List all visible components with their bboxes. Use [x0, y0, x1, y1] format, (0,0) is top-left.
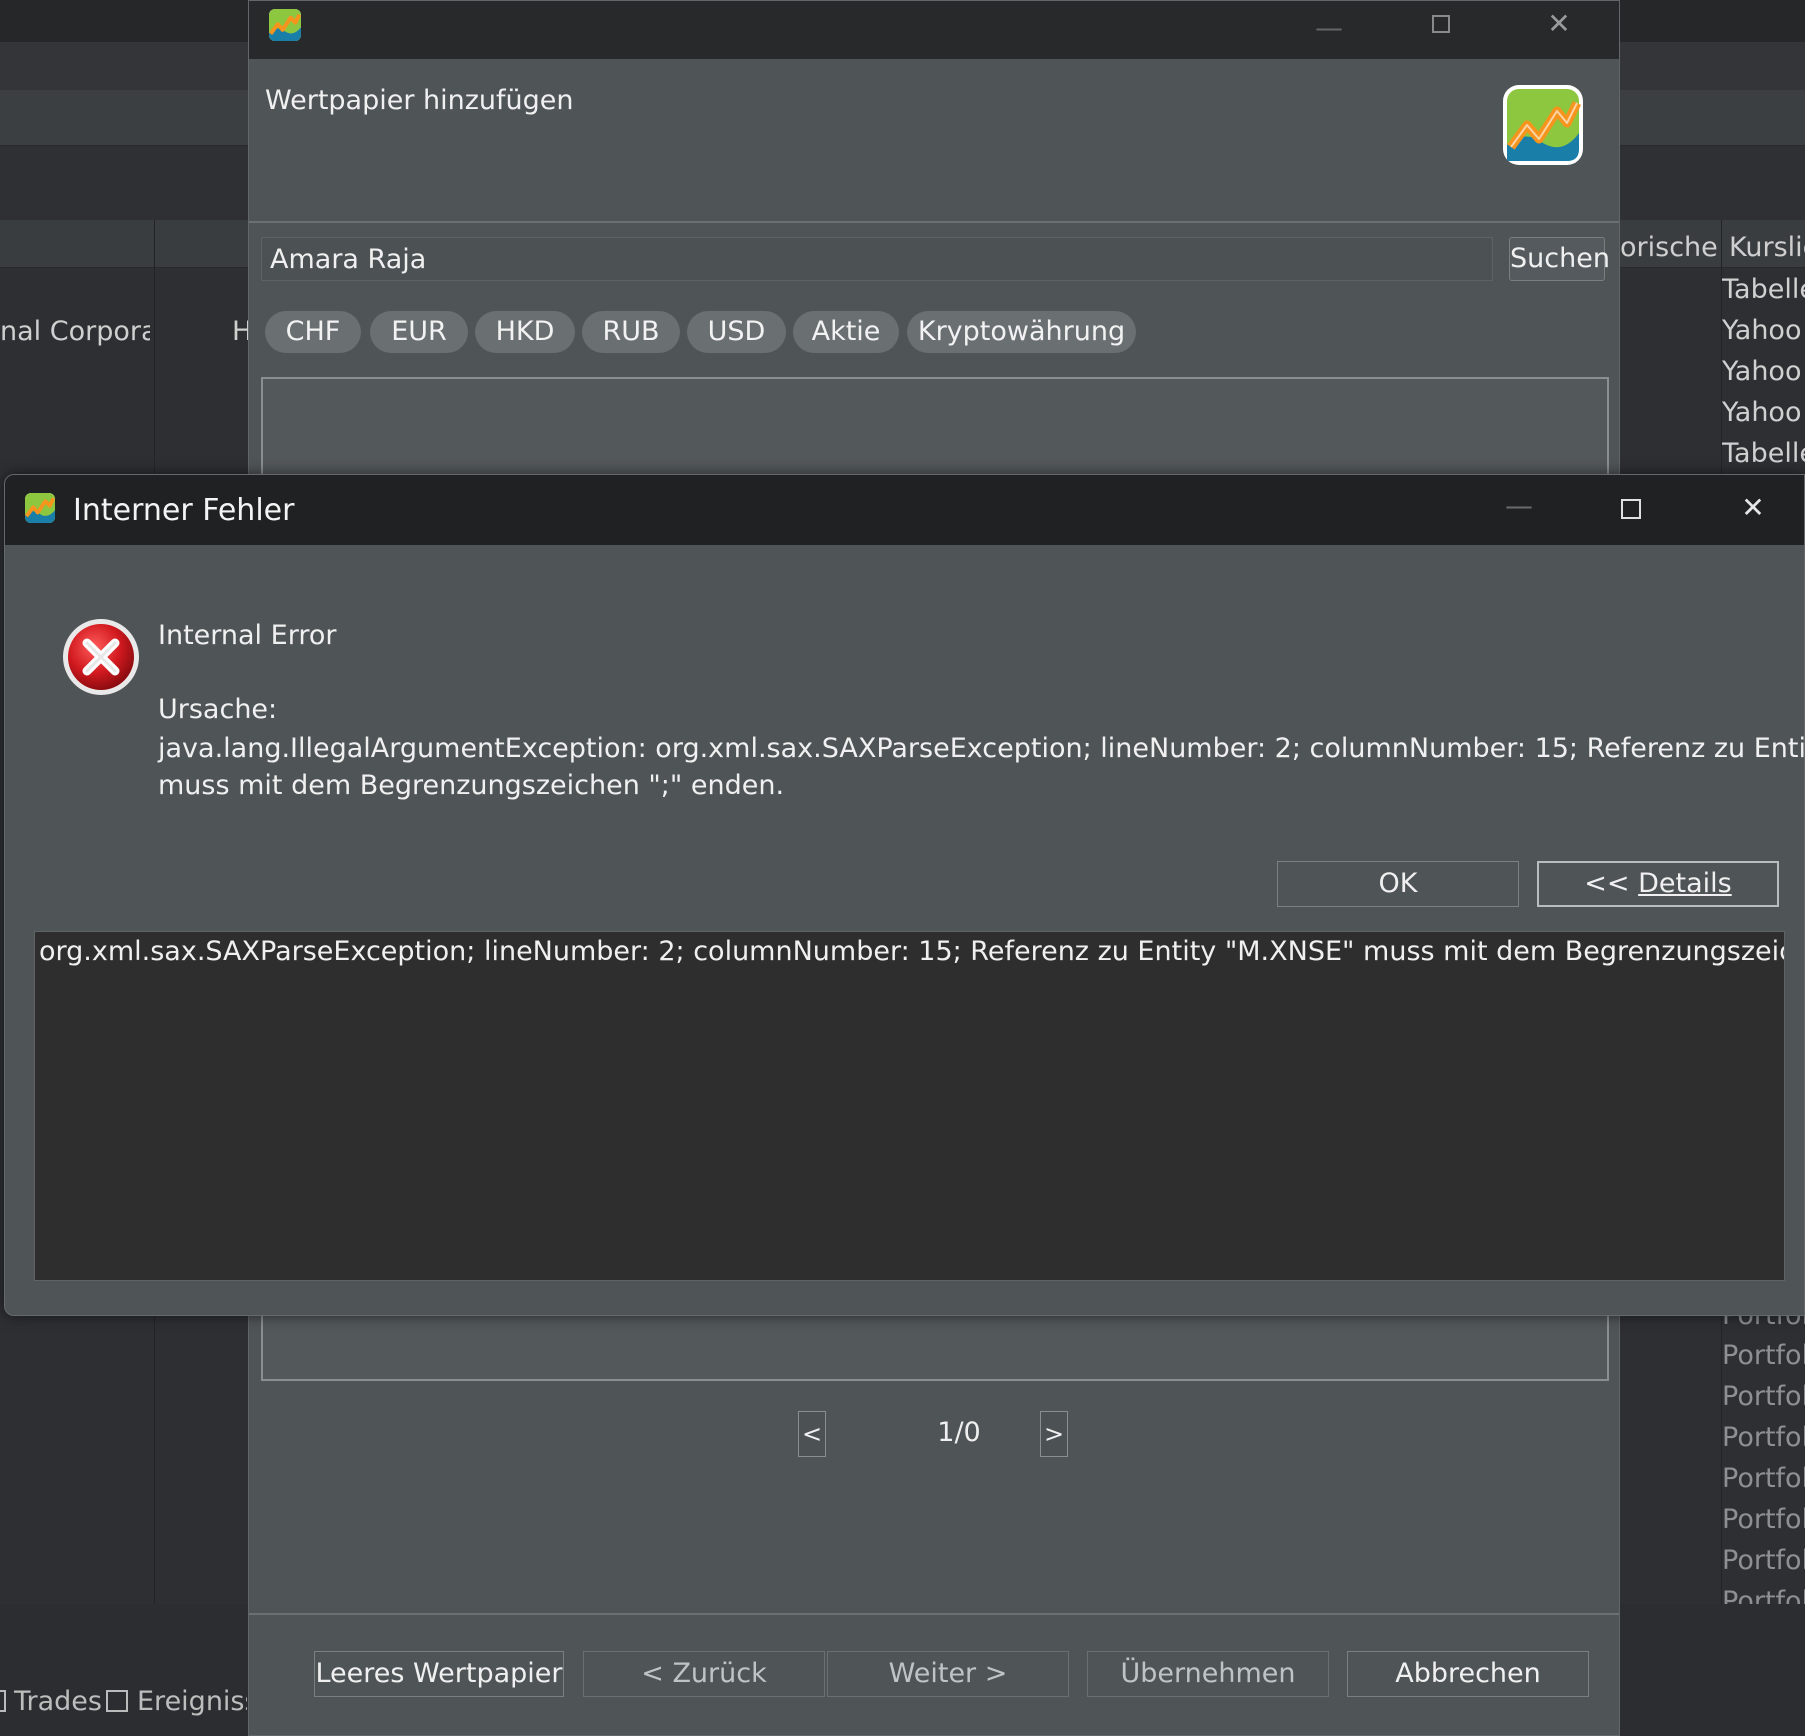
filter-chip-usd[interactable]: USD — [687, 311, 786, 353]
dialog-header — [249, 59, 1619, 223]
details-button[interactable]: << Details — [1537, 861, 1779, 907]
table-cell-portfolio[interactable]: Portfol — [1722, 1381, 1805, 1412]
empty-security-button[interactable]: Leeres Wertpapier — [314, 1651, 564, 1697]
table-cell-portfolio[interactable]: Portfol — [1722, 1586, 1805, 1604]
search-input[interactable] — [261, 237, 1493, 281]
status-tab-events[interactable]: Ereignisse — [137, 1686, 247, 1717]
table-cell-source[interactable]: Yahoo — [1722, 397, 1805, 428]
app-logo-icon — [1503, 85, 1583, 165]
next-page-button[interactable]: > — [1040, 1411, 1068, 1457]
filter-chip-rub[interactable]: RUB — [582, 311, 680, 353]
page-indicator: 1/0 — [937, 1417, 981, 1448]
table-cell-source[interactable]: Yahoo — [1722, 315, 1805, 346]
close-icon[interactable]: ✕ — [1539, 7, 1579, 40]
cancel-button[interactable]: Abbrechen — [1347, 1651, 1589, 1697]
details-label: Details — [1638, 868, 1732, 899]
table-cell-source[interactable]: Tabelle — [1722, 274, 1805, 305]
filter-chip-stock[interactable]: Aktie — [793, 311, 899, 353]
status-tab-trades[interactable]: Trades — [14, 1686, 102, 1717]
checkbox-icon[interactable] — [106, 1690, 128, 1712]
table-cell-portfolio[interactable]: Portfol — [1722, 1422, 1805, 1453]
dialog-heading: Wertpapier hinzufügen — [265, 85, 574, 116]
table-cell-name[interactable]: nal Corpora... — [0, 316, 150, 347]
close-icon[interactable]: ✕ — [1733, 491, 1773, 524]
cause-message-line: java.lang.IllegalArgumentException: org.… — [158, 733, 1805, 764]
table-cell-portfolio[interactable]: Portfol — [1722, 1545, 1805, 1576]
table-cell-source[interactable]: Tabelle — [1722, 438, 1805, 469]
search-button[interactable]: Suchen — [1509, 237, 1610, 281]
internal-error-dialog: Interner Fehler — ✕ Internal Error Ursac… — [4, 474, 1805, 1316]
column-header-historical[interactable]: orischer — [1620, 232, 1720, 263]
filter-chip-chf[interactable]: CHF — [265, 311, 361, 353]
table-cell-portfolio[interactable]: Portfol — [1722, 1340, 1805, 1371]
error-icon — [61, 617, 141, 697]
previous-page-button[interactable]: < — [798, 1411, 826, 1457]
next-button[interactable]: Weiter > — [827, 1651, 1069, 1697]
maximize-icon[interactable] — [1432, 15, 1450, 33]
filter-chip-crypto[interactable]: Kryptowährung — [907, 311, 1136, 353]
ok-button[interactable]: OK — [1277, 861, 1519, 907]
maximize-icon[interactable] — [1621, 499, 1641, 519]
minimize-icon[interactable]: — — [1499, 489, 1539, 522]
minimize-icon[interactable]: — — [1309, 11, 1349, 44]
details-chevron: << — [1584, 868, 1639, 899]
checkbox-icon[interactable] — [0, 1690, 6, 1712]
table-cell-source[interactable]: Yahoo — [1722, 356, 1805, 387]
filter-chip-hkd[interactable]: HKD — [475, 311, 575, 353]
back-button[interactable]: < Zurück — [583, 1651, 825, 1697]
cause-message: java.lang.IllegalArgumentException: org.… — [158, 730, 1805, 804]
apply-button[interactable]: Übernehmen — [1087, 1651, 1329, 1697]
dialog-titlebar: — ✕ — [249, 1, 1619, 59]
app-logo-icon — [25, 493, 55, 523]
table-cell-portfolio[interactable]: Portfol — [1722, 1463, 1805, 1494]
table-cell-type[interactable]: H — [232, 316, 248, 347]
details-textarea[interactable]: org.xml.sax.SAXParseException; lineNumbe… — [34, 931, 1785, 1281]
cause-message-line: muss mit dem Begrenzungszeichen ";" ende… — [158, 770, 785, 801]
table-cell-portfolio[interactable]: Portfol — [1722, 1504, 1805, 1535]
dialog-title: Interner Fehler — [73, 493, 295, 528]
error-headline: Internal Error — [158, 620, 337, 651]
footer-divider — [249, 1613, 1619, 1615]
filter-chip-eur[interactable]: EUR — [370, 311, 468, 353]
dialog-titlebar: Interner Fehler — ✕ — [5, 475, 1804, 545]
cause-label: Ursache: — [158, 694, 278, 725]
app-logo-icon — [269, 9, 301, 41]
column-header-quote-source[interactable]: Kurslie — [1729, 232, 1805, 263]
